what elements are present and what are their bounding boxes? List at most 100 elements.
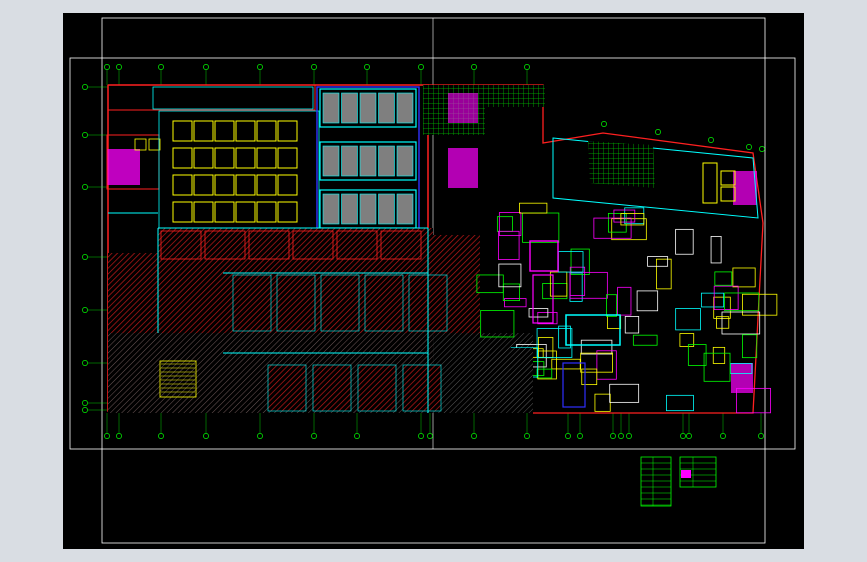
tank-cell [359,193,377,225]
grid-bubble [759,146,765,152]
grid-bubble [311,64,317,70]
grid-bubble [82,254,88,260]
office-cubicle [193,174,214,196]
grid-bubble [104,64,110,70]
room [607,213,627,233]
grid-bubble [364,64,370,70]
grid-bubble [203,433,209,439]
grid-bubble [82,184,88,190]
room [617,286,632,316]
tank-cell [322,92,340,124]
tank-cell [378,193,395,225]
room [594,393,611,412]
office-cubicle [256,120,277,142]
room [380,230,422,260]
grid-bubble [158,64,164,70]
office-cubicle [235,120,256,142]
tank-cell [378,92,395,124]
office-cubicle [277,174,298,196]
grid-bubble [82,132,88,138]
tank-cell [341,145,358,177]
grid-bubble [203,64,209,70]
grid-bubble [418,64,424,70]
grid-bubble [601,121,607,127]
room [710,236,722,264]
room [647,256,669,267]
office-cubicle [256,201,277,223]
grid-bubble [104,433,110,439]
grid-bubble [82,307,88,313]
tank-cell [359,92,377,124]
water-tanks [316,86,420,246]
grid-bubble [471,433,477,439]
grid-bubble [565,433,571,439]
room [675,308,701,331]
room [593,217,632,239]
tank-cell [378,145,395,177]
room [581,368,598,386]
office-cubicle [277,201,298,223]
room [607,314,622,329]
room [519,202,548,214]
tank-cell [341,193,358,225]
grid-bubble [158,433,164,439]
grid-bubble [680,433,686,439]
room [336,230,378,260]
office-cubicle [172,147,193,169]
grid-bubble [758,433,764,439]
grid-bubble [746,144,752,150]
room [232,274,272,332]
office-cubicle [172,120,193,142]
room [609,383,640,403]
room [636,290,659,312]
room [498,263,522,288]
office-zone-border [158,110,320,230]
room [724,292,760,312]
room [666,394,694,412]
room [596,350,617,380]
room [537,350,557,380]
grid-bubble [82,407,88,413]
legend-table-1 [640,456,672,507]
office-cubicles-upper [158,110,320,230]
room [204,230,246,260]
room [537,312,558,325]
room [522,212,560,243]
corridor-hatch [473,348,533,408]
room [267,364,307,412]
room [569,271,608,299]
office-cubicle [214,201,235,223]
office-cubicle [193,201,214,223]
room [160,230,202,260]
office-cubicle [277,147,298,169]
grid-bubble [257,64,263,70]
office-cubicle [235,174,256,196]
cad-viewport[interactable] [63,13,804,549]
room [504,298,527,308]
room [498,212,522,236]
room [538,336,554,359]
room [712,346,726,364]
grid-bubble [471,64,477,70]
room [624,316,640,334]
room [402,364,442,412]
grid-bubble [418,433,424,439]
room-row-top-left [107,84,316,111]
office-cubicle [256,147,277,169]
grid-bubble [82,400,88,406]
grid-bubble [311,433,317,439]
grid-bubble [116,433,122,439]
grid-bubble [82,360,88,366]
floor-plan-drawing [69,17,796,544]
grid-bubble [720,433,726,439]
grid-axis-left [82,84,108,413]
office-cubicle [172,174,193,196]
office-cubicle [214,120,235,142]
office-cubicle [193,120,214,142]
grid-bubble [354,433,360,439]
room [606,294,618,317]
tank-cell [396,193,414,225]
room [364,274,404,332]
office-cubicle [172,201,193,223]
room [742,334,758,359]
